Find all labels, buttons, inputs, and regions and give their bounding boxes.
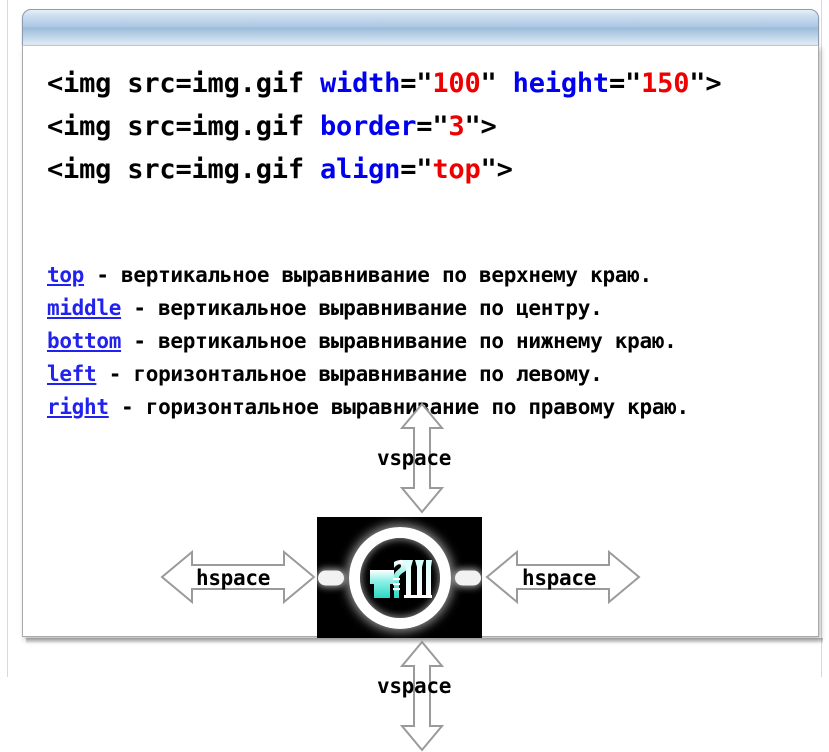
align-row-bottom: bottom - вертикальное выравнивание по ни…: [47, 325, 689, 358]
align-row-top: top - вертикальное выравнивание по верхн…: [47, 259, 689, 292]
code-token-value-align: top: [432, 154, 481, 185]
vspace-bottom-label: vspace: [377, 674, 452, 698]
align-row-middle: middle - вертикальное выравнивание по це…: [47, 292, 689, 325]
code-token-attribute-border: border: [319, 111, 417, 142]
code-line-img-width-height: <img src=img.gif width="100" height="150…: [47, 62, 722, 105]
code-token-suffix: ">: [689, 68, 722, 99]
code-token-attribute-height: height: [512, 68, 610, 99]
hspace-right-label: hspace: [522, 566, 597, 590]
code-token-equals: =": [400, 154, 433, 185]
code-line-img-align: <img src=img.gif align="top">: [47, 148, 721, 191]
page-edge-right: [821, 0, 822, 677]
align-keyword-bottom: bottom: [47, 329, 122, 353]
code-token-equals: =": [400, 68, 433, 99]
code-token-equals-2: =": [609, 68, 642, 99]
align-description-left: - горизонтальное выравнивание по левому.: [96, 362, 603, 386]
code-block: <img src=img.gif width="100" height="150…: [47, 62, 722, 191]
hspace-left-label: hspace: [196, 566, 271, 590]
image-nub-right: [455, 570, 481, 585]
code-token-prefix: <img src=img.gif: [47, 68, 320, 99]
page-edge-left: [7, 0, 8, 677]
code-token-mid: ": [480, 68, 513, 99]
hspace-vspace-diagram: vspace hspace hspace vspace: [23, 386, 818, 752]
align-description-middle: - вертикальное выравнивание по центру.: [121, 296, 603, 320]
code-token-prefix: <img src=img.gif: [47, 154, 320, 185]
frame-drop-shadow: [26, 638, 823, 644]
code-token-value-height: 150: [641, 68, 690, 99]
image-nub-left: [318, 570, 344, 585]
align-keyword-top: top: [47, 263, 85, 287]
slide: <img src=img.gif width="100" height="150…: [0, 0, 829, 752]
window-title: [23, 10, 818, 45]
align-keyword-middle: middle: [47, 296, 122, 320]
align-description-top: - вертикальное выравнивание по верхнему …: [84, 263, 652, 287]
image-glyph-icon: [369, 559, 432, 598]
align-keyword-left: left: [47, 362, 97, 386]
align-description-bottom: - вертикальное выравнивание по нижнему к…: [121, 329, 677, 353]
code-line-img-border: <img src=img.gif border="3">: [47, 105, 721, 148]
code-token-prefix: <img src=img.gif: [47, 111, 320, 142]
window-title-bar: [22, 9, 819, 45]
code-token-suffix: ">: [480, 154, 513, 185]
code-token-attribute-align: align: [319, 154, 401, 185]
code-token-value-width: 100: [432, 68, 481, 99]
content-frame: <img src=img.gif width="100" height="150…: [22, 45, 819, 752]
code-token-equals: =": [416, 111, 449, 142]
code-token-attribute-width: width: [319, 68, 401, 99]
vspace-top-label: vspace: [377, 446, 452, 470]
code-token-value-border: 3: [448, 111, 465, 142]
sample-image: [317, 517, 482, 638]
code-token-suffix: ">: [464, 111, 497, 142]
